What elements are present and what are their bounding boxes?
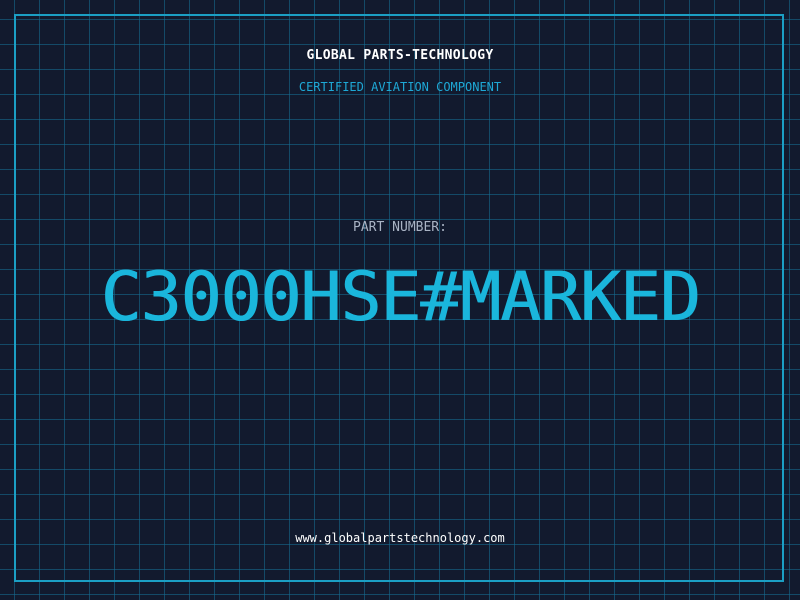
certification-subtitle: CERTIFIED AVIATION COMPONENT xyxy=(298,80,502,94)
part-number-label: PART NUMBER: xyxy=(353,220,447,235)
website-url: www.globalpartstechnology.com xyxy=(295,531,505,545)
part-number-value: C3000HSE#MARKED xyxy=(100,258,700,337)
part-label-card: { "header": { "brand": "GLOBAL PARTS-TEC… xyxy=(0,0,800,600)
brand-title: GLOBAL PARTS-TECHNOLOGY xyxy=(306,48,494,63)
